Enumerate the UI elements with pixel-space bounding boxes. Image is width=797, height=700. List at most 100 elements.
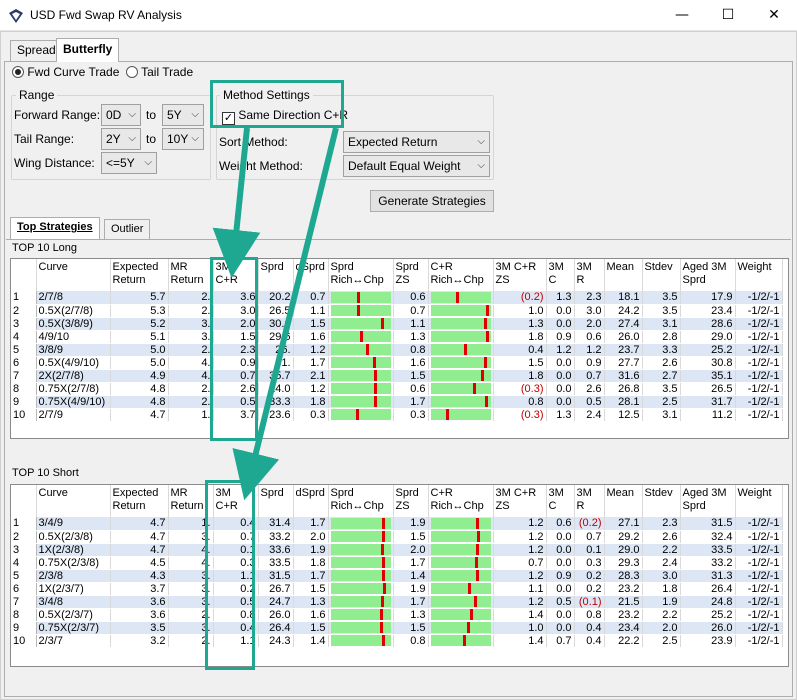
column-header[interactable]: Expected Return xyxy=(110,259,169,291)
column-header[interactable]: Stdev xyxy=(642,259,681,291)
table-cell: 0.1 xyxy=(574,543,605,557)
tab-top-strategies[interactable]: Top Strategies xyxy=(10,217,100,239)
column-header[interactable]: 3M R xyxy=(574,259,605,291)
column-header[interactable]: Curve xyxy=(36,485,111,517)
tab-butterfly[interactable]: Butterfly xyxy=(56,38,120,62)
table-row[interactable]: 4 0.75X(2/3/8) 4.5 4. 0.3 33.5 1.8 1.7 0.7 0.0 0.3… xyxy=(11,556,783,570)
table-cell: 0.8 xyxy=(493,395,547,409)
position-marker xyxy=(484,396,488,407)
table-cell: 1.2 xyxy=(493,543,547,557)
table-cell: 0.0 xyxy=(546,395,575,409)
table-row[interactable]: 6 1X(2/3/7) 3.7 3. 0.2 26.7 1.5 1.9 1.1 0.0 0.2 23.… xyxy=(11,582,783,596)
table-row[interactable]: 4 4/9/10 5.1 3. 1.5 29.6 1.6 1.3 1.8 0.9 0.6 26.0 2.… xyxy=(11,330,783,344)
table-cell: 3.5 xyxy=(110,621,169,635)
table-row[interactable]: 5 3/8/9 5.0 2. 2.3 26. 1.2 0.8 0.4 1.2 1.2 23.7 3.3 2… xyxy=(11,343,783,357)
table-cell: 3.1 xyxy=(642,317,681,331)
table-row[interactable]: 8 0.5X(2/3/7) 3.6 2. 0.8 26.0 1.6 1.3 1.4 0.0 0.8 2… xyxy=(11,608,783,622)
table-cell: 0.5 xyxy=(574,395,605,409)
table-row[interactable]: 7 2X(2/7/8) 4.9 4. 0.7 35.7 2.1 1.5 1.8 0.0 0.7 31.… xyxy=(11,369,783,383)
table-cell: 1.2 xyxy=(493,595,547,609)
column-header[interactable]: 3M C+R ZS xyxy=(493,485,547,517)
table-row[interactable]: 1 3/4/9 4.7 1. 0.4 31.4 1.7 1.9 1.2 0.6 (0.2) 27.1 2… xyxy=(11,517,783,531)
range-bar xyxy=(430,383,491,394)
column-header[interactable]: 3M C+R ZS xyxy=(493,259,547,291)
position-marker xyxy=(357,291,361,303)
table-cell: 23.2 xyxy=(604,582,643,596)
table-cell: 23.4 xyxy=(680,304,736,318)
generate-strategies-button[interactable]: Generate Strategies xyxy=(370,190,494,212)
table-cell: 2/7/8 xyxy=(36,291,111,305)
long-grid[interactable]: Curve Expected Return MR Return 3M C+R Sprd d… xyxy=(10,258,789,439)
table-row[interactable]: 9 0.75X(2/3/7) 3.5 3. 0.4 26.4 1.5 1.5 1.0 0.0 0.4… xyxy=(11,621,783,635)
column-header[interactable]: Weight xyxy=(735,485,783,517)
position-marker xyxy=(466,622,470,633)
forward-from-select[interactable]: 0D ⌵ xyxy=(101,104,141,126)
column-header[interactable]: dSprd xyxy=(293,485,329,517)
tab-spread[interactable]: Spread xyxy=(10,40,63,61)
column-header[interactable]: 3M C xyxy=(546,485,575,517)
column-header[interactable]: Sprd ZS xyxy=(393,485,429,517)
table-cell: 31.3 xyxy=(680,569,736,583)
column-header[interactable]: Stdev xyxy=(642,485,681,517)
column-header[interactable]: Weight xyxy=(735,259,783,291)
table-cell: 1.3 xyxy=(493,317,547,331)
close-button[interactable]: ✕ xyxy=(751,0,797,31)
table-row[interactable]: 6 0.5X(4/9/10) 5.0 4. 0.9 31. 1.7 1.6 1.5 0.0 0.9 2… xyxy=(11,356,783,370)
table-cell: 5.0 xyxy=(110,343,169,357)
column-header[interactable]: Mean xyxy=(604,485,643,517)
tail-to-select[interactable]: 10Y ⌵ xyxy=(162,128,204,150)
position-marker xyxy=(486,331,490,342)
table-cell: 4.3 xyxy=(110,569,169,583)
table-row[interactable]: 2 0.5X(2/7/8) 5.3 2. 3.0 26.5 1.1 0.7 1.0 0.0 3.0 2… xyxy=(11,304,783,318)
tab-outlier[interactable]: Outlier xyxy=(104,219,151,239)
table-cell: (0.3) xyxy=(493,408,547,422)
column-header[interactable]: Sprd Rich↔Chp xyxy=(328,485,394,517)
table-cell: 1.9 xyxy=(642,595,681,609)
column-header[interactable]: 3M R xyxy=(574,485,605,517)
column-header[interactable]: dSprd xyxy=(293,259,329,291)
column-header[interactable]: Sprd ZS xyxy=(393,259,429,291)
weight-method-select[interactable]: Default Equal Weight ⌵ xyxy=(343,155,490,177)
forward-to-select[interactable]: 5Y ⌵ xyxy=(162,104,204,126)
table-row[interactable]: 10 2/3/7 3.2 2. 1.1 24.3 1.4 0.8 1.4 0.7 0.4 22.2 2.… xyxy=(11,634,783,648)
minimize-button[interactable]: — xyxy=(659,0,705,31)
wing-distance-select[interactable]: <=5Y ⌵ xyxy=(101,152,157,174)
column-header[interactable] xyxy=(11,485,37,517)
column-header[interactable]: Sprd xyxy=(258,259,294,291)
sprd-rich-chp-bar xyxy=(328,395,394,409)
column-header[interactable]: Sprd Rich↔Chp xyxy=(328,259,394,291)
sort-method-select[interactable]: Expected Return ⌵ xyxy=(343,131,490,153)
fwd-curve-trade-radio[interactable]: Fwd Curve Trade xyxy=(12,65,119,79)
table-cell: 26.0 xyxy=(680,621,736,635)
column-header[interactable]: C+R Rich↔Chp xyxy=(428,259,494,291)
table-row[interactable]: 10 2/7/9 4.7 1. 3.7 23.6 0.3 0.3 (0.3) 1.3 2.4 12.5… xyxy=(11,408,783,422)
table-row[interactable]: 1 2/7/8 5.7 2. 3.6 20.2 0.7 0.6 (0.2) 1.3 2.3 18.1 3… xyxy=(11,291,783,305)
column-header[interactable]: Aged 3M Sprd xyxy=(680,259,736,291)
column-header[interactable]: Expected Return xyxy=(110,485,169,517)
tail-from-select[interactable]: 2Y ⌵ xyxy=(101,128,141,150)
column-header[interactable]: Curve xyxy=(36,259,111,291)
table-cell: 29.2 xyxy=(604,530,643,544)
table-row[interactable]: 7 3/4/8 3.6 3. 0.5 24.7 1.3 1.7 1.2 0.5 (0.1) 21.5 1… xyxy=(11,595,783,609)
column-header[interactable]: Sprd xyxy=(258,485,294,517)
column-header[interactable] xyxy=(11,259,37,291)
table-row[interactable]: 9 0.75X(4/9/10) 4.8 2. 0.5 33.3 1.8 1.7 0.8 0.0 0.… xyxy=(11,395,783,409)
column-header[interactable]: Mean xyxy=(604,259,643,291)
column-header[interactable]: MR Return xyxy=(168,259,214,291)
table-cell: 1.8 xyxy=(493,330,547,344)
column-header[interactable]: Aged 3M Sprd xyxy=(680,485,736,517)
column-header[interactable]: 3M C xyxy=(546,259,575,291)
table-row[interactable]: 5 2/3/8 4.3 3. 1.1 31.5 1.7 1.4 1.2 0.9 0.2 28.3 3.0… xyxy=(11,569,783,583)
column-header[interactable]: C+R Rich↔Chp xyxy=(428,485,494,517)
short-grid[interactable]: Curve Expected Return MR Return 3M C+R Sprd d… xyxy=(10,484,789,667)
table-cell: 3.1 xyxy=(642,408,681,422)
table-row[interactable]: 8 0.75X(2/7/8) 4.8 2. 2.6 24.0 1.2 0.6 (0.3) 0.0 2… xyxy=(11,382,783,396)
table-row[interactable]: 3 0.5X(3/8/9) 5.2 3. 2.0 30.6 1.5 1.1 1.3 0.0 2.0 2… xyxy=(11,317,783,331)
table-row[interactable]: 2 0.5X(2/3/8) 4.7 3. 0.7 33.2 2.0 1.5 1.2 0.0 0.7 2… xyxy=(11,530,783,544)
table-cell: 4.7 xyxy=(110,517,169,531)
tail-trade-radio[interactable]: Tail Trade xyxy=(126,65,193,79)
table-cell: 30.8 xyxy=(680,356,736,370)
maximize-button[interactable]: ☐ xyxy=(705,0,751,31)
forward-to-value: 5Y xyxy=(167,108,182,122)
table-row[interactable]: 3 1X(2/3/8) 4.7 4. 0.1 33.6 1.9 2.0 1.2 0.0 0.1 29.… xyxy=(11,543,783,557)
